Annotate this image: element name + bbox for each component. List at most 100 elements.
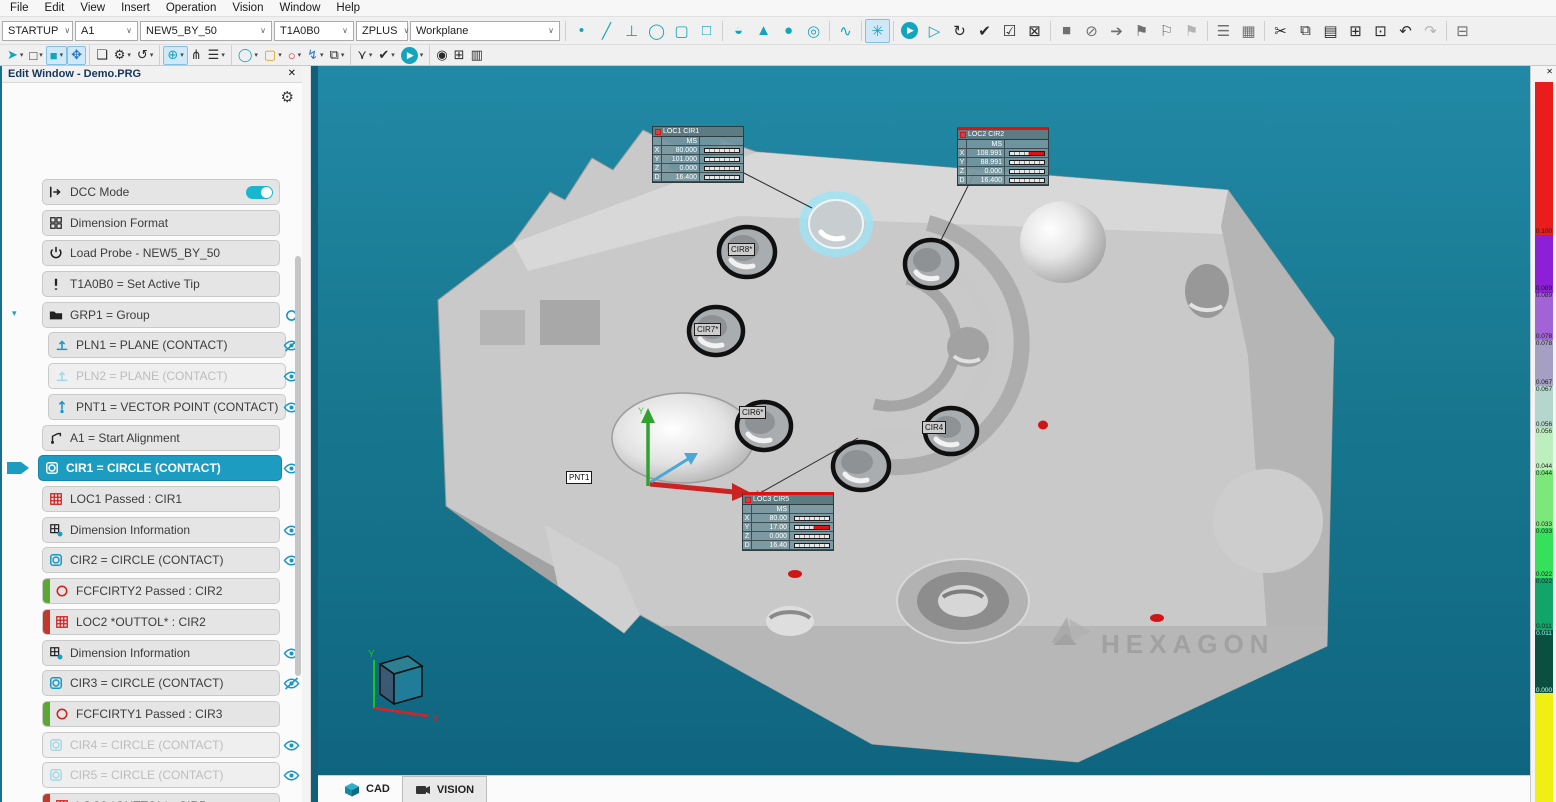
tip-select[interactable]: T1A0B0∨ [274,21,354,41]
feature-tag-cir6[interactable]: CIR6* [739,406,766,419]
edit-item-loc2[interactable]: LOC2 *OUTTOL* : CIR2 [2,609,302,636]
circle-feature-icon[interactable]: ◯ [644,19,669,43]
edit-item-loc3[interactable]: LOC3 *OUTTOL* : CIR5 [2,793,302,802]
tab-cad[interactable]: CAD [332,776,402,802]
probe-select[interactable]: NEW5_BY_50∨ [140,21,272,41]
expander-icon[interactable]: ▾ [12,308,17,319]
slot-feature-icon[interactable]: ▢ [669,19,694,43]
dimension-label-loc2[interactable]: LOC2 CIR2 MS X108.991 Y88.991 Z0.000 D16… [957,127,1049,186]
mark-icon[interactable]: ✔▾ [375,46,397,65]
edit-item-grp1[interactable]: ▾ GRP1 = Group [2,302,302,329]
edit-item-cir3[interactable]: CIR3 = CIRCLE (CONTACT) [2,670,302,697]
edit-item-pln1[interactable]: PLN1 = PLANE (CONTACT) [2,332,302,359]
bookmark-icon[interactable]: ⚑ [1129,19,1154,43]
menu-vision[interactable]: Vision [224,0,271,16]
cylinder-feature-icon[interactable]: ◒ [726,19,751,43]
torus-feature-icon[interactable]: ◎ [801,19,826,43]
print-icon[interactable]: ⊟ [1450,19,1475,43]
dimension-label-loc1[interactable]: LOC1 CIR1 MS X80.000 Y101.000 Z0.000 D16… [652,126,744,183]
paste-special-icon[interactable]: ⊞ [1343,19,1368,43]
quick-feature-icon[interactable]: ↯▾ [304,46,326,65]
edit-item-set-active-tip[interactable]: T1A0B0 = Set Active Tip [2,271,302,298]
redo-icon[interactable]: ↷ [1418,19,1443,43]
doc-check-icon[interactable]: ☑ [997,19,1022,43]
cone-feature-icon[interactable]: ▲ [751,19,776,43]
eye-icon[interactable] [283,739,300,752]
feature-tag-cir4[interactable]: CIR4 [922,421,946,434]
dcc-mode-toggle[interactable] [246,186,273,199]
feature-list-icon[interactable]: ☰▾ [205,46,228,65]
circle-tolerance-icon[interactable]: ○▾ [285,46,304,65]
edit-item-load-probe[interactable]: Load Probe - NEW5_BY_50 [2,240,302,267]
edit-item-dcc-mode[interactable]: DCC Mode [2,179,302,206]
curve-feature-icon[interactable]: ∿ [833,19,858,43]
edit-item-fcfcirty1[interactable]: FCFCIRTY1 Passed : CIR3 [2,701,302,728]
panel-scrollbar[interactable] [302,66,310,802]
ed it-item-dim-info-1[interactable]: Dimension Information [2,517,302,544]
rotate-view-icon[interactable]: ↺▾ [134,46,156,65]
scrollbar-thumb[interactable] [295,256,301,676]
edit-item-loc1[interactable]: LOC1 Passed : CIR1 [2,486,302,513]
graph-window-icon[interactable]: ▥ [468,46,486,65]
stop-disabled-icon[interactable]: ⊘ [1079,19,1104,43]
view-sphere-icon[interactable]: ⊕▾ [163,46,187,65]
edit-item-cir1-selected[interactable]: CIR1 = CIRCLE (CONTACT) [2,455,302,482]
point-feature-icon[interactable]: • [569,19,594,43]
square-feature-icon[interactable]: □ [694,19,719,43]
close-icon[interactable]: ✕ [288,68,296,79]
edit-item-dim-info-2[interactable]: Dimension Information [2,640,302,667]
continue-icon[interactable]: ➔ [1104,19,1129,43]
stop-icon[interactable]: ■ [1054,19,1079,43]
workplane-axis-select[interactable]: ZPLUS∨ [356,21,408,41]
workplane-select[interactable]: Workplane∨ [410,21,560,41]
mark-done-icon[interactable]: ✔ [972,19,997,43]
eye-slash-icon[interactable] [283,677,300,690]
gear-icon[interactable]: ⚙ [281,88,294,106]
menu-file[interactable]: File [2,0,37,16]
panel-divider[interactable] [310,66,318,802]
close-icon[interactable]: ✕ [1546,67,1553,76]
feature-tag-pnt1[interactable]: PNT1 [566,471,592,484]
tab-vision[interactable]: VISION [402,776,487,802]
auto-feature-icon[interactable]: ✳ [865,19,890,43]
plane-feature-icon[interactable]: ⊥ [619,19,644,43]
menu-view[interactable]: View [72,0,113,16]
copy-pattern-icon[interactable]: ⧉▾ [327,46,348,65]
paste-icon[interactable]: ▤ [1318,19,1343,43]
edit-item-fcfcirty2[interactable]: FCFCIRTY2 Passed : CIR2 [2,578,302,605]
eye-icon[interactable] [283,769,300,782]
line-feature-icon[interactable]: ╱ [594,19,619,43]
execute-program-icon[interactable]: ▶ [897,19,922,43]
bookmark-add-icon[interactable]: ⚐ [1154,19,1179,43]
menu-operation[interactable]: Operation [158,0,225,16]
pattern-icon[interactable]: ⊡ [1368,19,1393,43]
edit-item-cir5[interactable]: CIR5 = CIRCLE (CONTACT) [2,762,302,789]
execute-mini-icon[interactable]: ▶▾ [398,46,427,65]
menu-window[interactable]: Window [271,0,328,16]
feature-tag-cir7[interactable]: CIR7* [694,323,721,336]
loop-icon[interactable]: ↻ [947,19,972,43]
path-lines-icon[interactable]: ⋎▾ [354,46,375,65]
feature-tag-cir8[interactable]: CIR8* [728,243,755,256]
menu-insert[interactable]: Insert [113,0,158,16]
copy-icon[interactable]: ⧉ [1293,19,1318,43]
view-wireframe-icon[interactable]: □▾ [26,46,45,65]
program-settings-icon[interactable]: ⚙▾ [111,46,134,65]
program-select[interactable]: STARTUP∨ [2,21,73,41]
menu-help[interactable]: Help [328,0,368,16]
round-slot-icon[interactable]: ▢▾ [261,46,285,65]
view-orientation-cube[interactable]: Y X [368,649,439,725]
comment-icon[interactable]: ❏ [93,46,111,65]
report-window-icon[interactable]: ⊞ [451,46,468,65]
bookmark-remove-icon[interactable]: ⚑ [1179,19,1204,43]
edit-item-a1-alignment[interactable]: A1 = Start Alignment [2,425,302,452]
ellipse-feature-icon[interactable]: ◯▾ [235,46,261,65]
sphere-feature-icon[interactable]: ● [776,19,801,43]
edit-item-pnt1[interactable]: PNT1 = VECTOR POINT (CONTACT) [2,394,302,421]
edit-item-pln2[interactable]: PLN2 = PLANE (CONTACT) [2,363,302,390]
snapshot-camera-icon[interactable]: ◉ [433,46,450,65]
view-solid-icon[interactable]: ■▾ [46,46,67,65]
undo-icon[interactable]: ↶ [1393,19,1418,43]
cut-icon[interactable]: ✂ [1268,19,1293,43]
edit-item-dimension-format[interactable]: Dimension Format [2,210,302,237]
